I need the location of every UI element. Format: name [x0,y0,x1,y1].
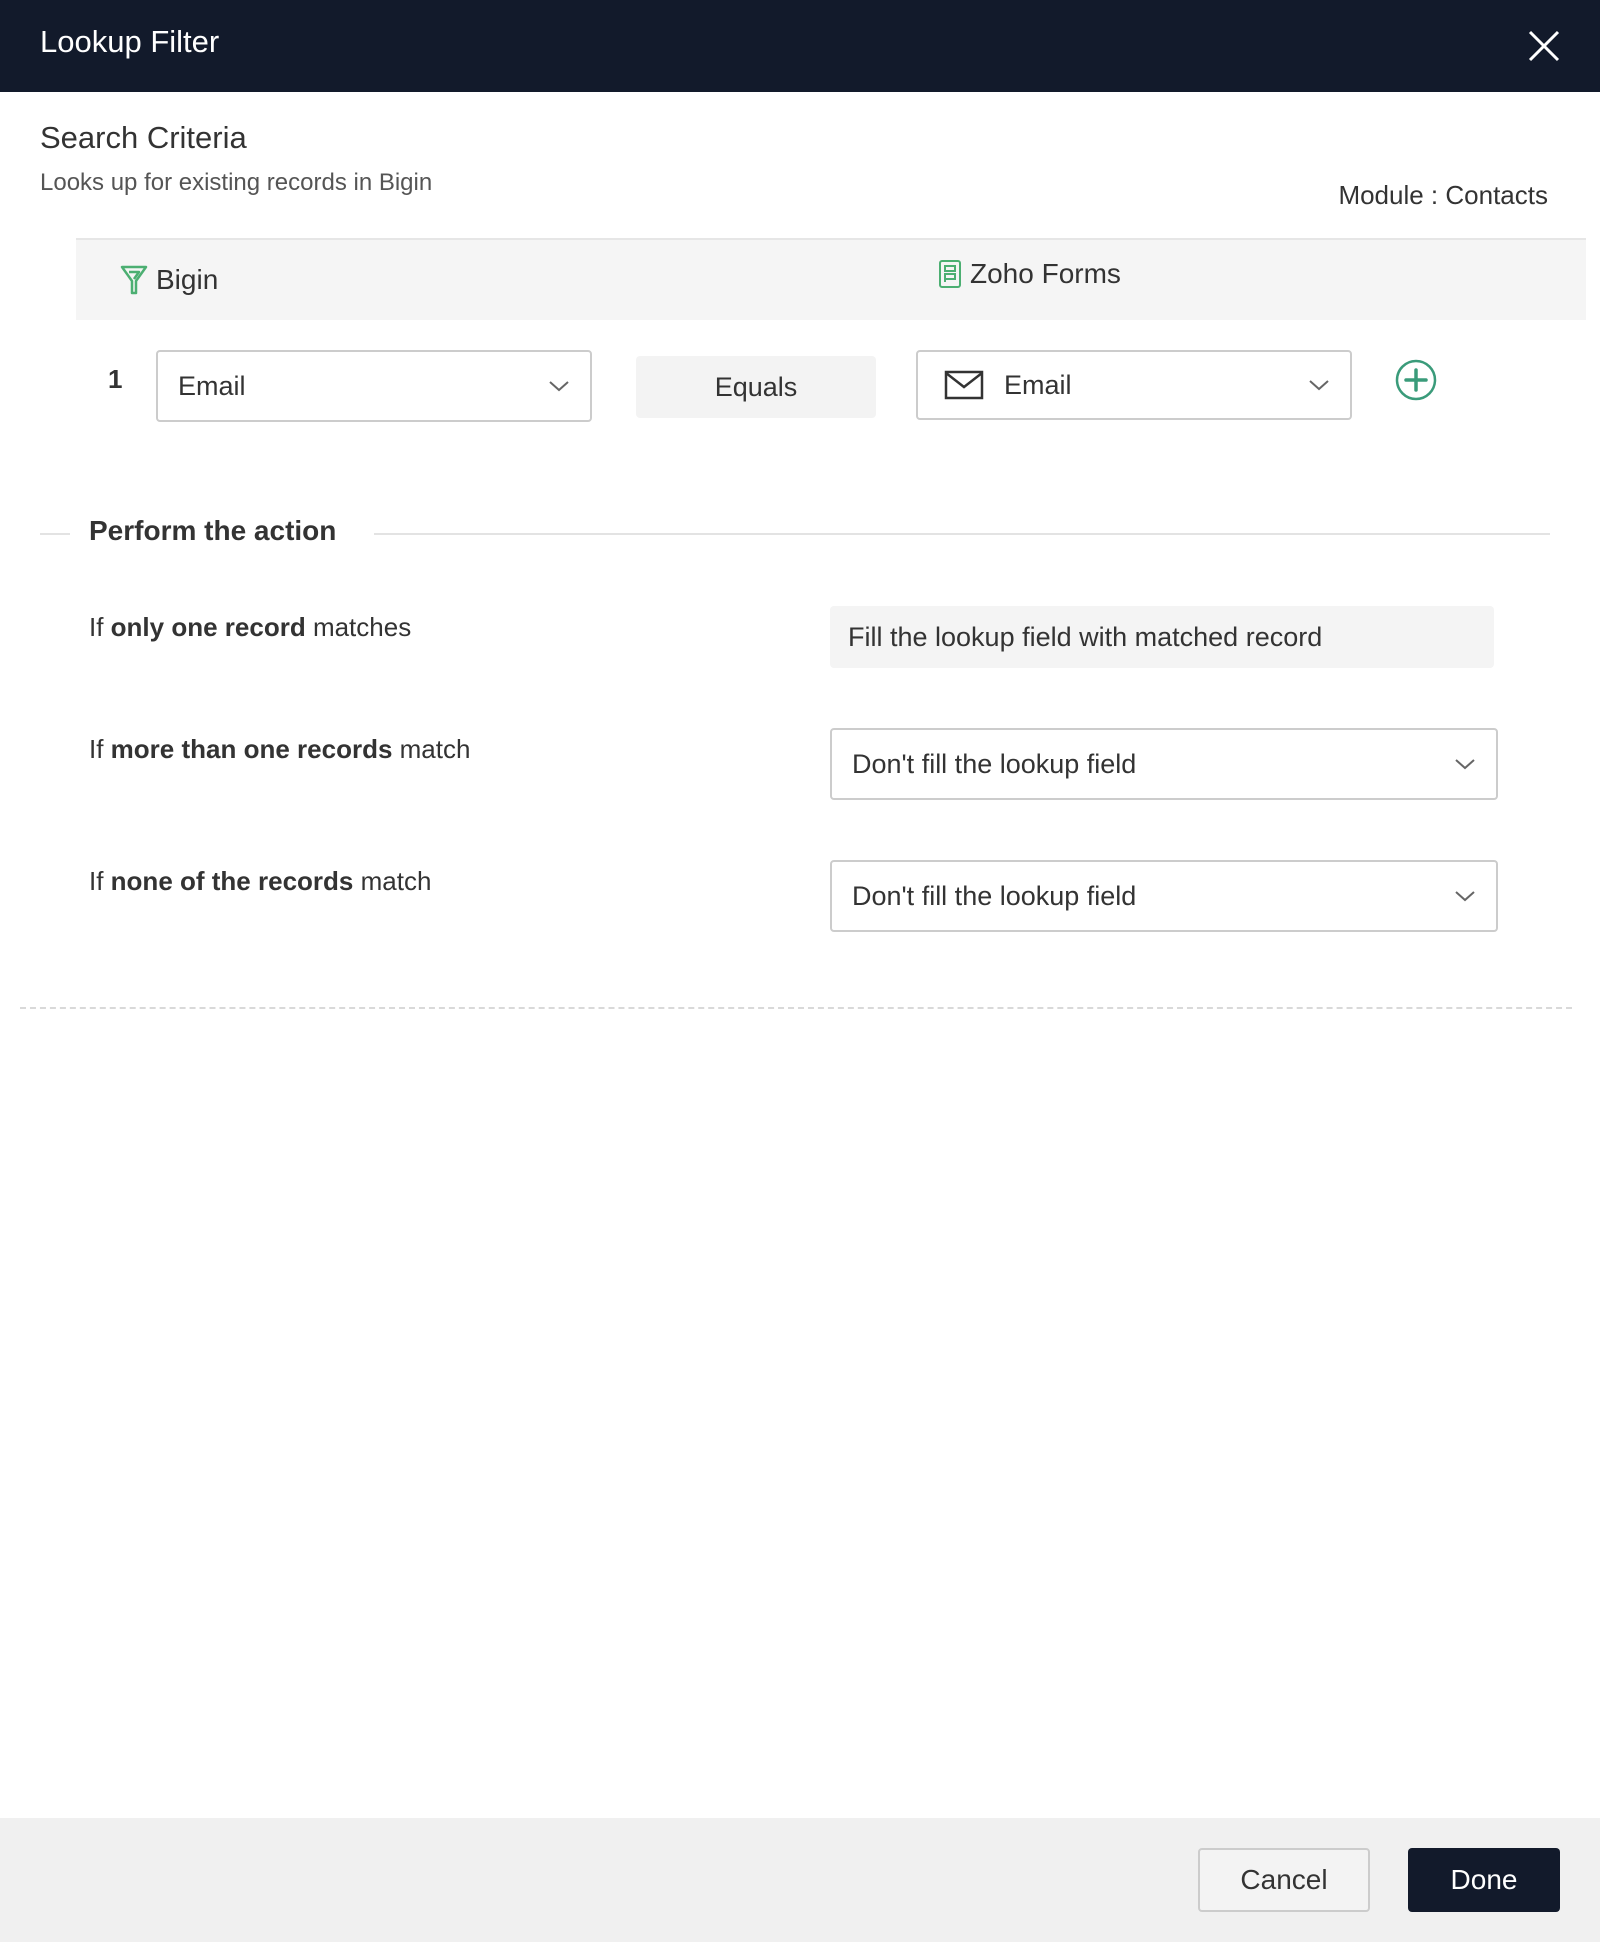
condition-suffix: matches [305,612,412,642]
condition-emphasis: none of the records [110,866,354,896]
envelope-icon [944,370,984,400]
mapping-row-index: 1 [108,364,123,394]
condition-label-no-match: If none of the records match [89,866,431,897]
mapping-column-forms-label: Zoho Forms [970,258,1121,289]
condition-label-one-match: If only one record matches [89,612,411,643]
condition-emphasis: only one record [110,612,306,642]
module-label: Module : Contacts [1338,180,1548,210]
chevron-down-icon [1455,891,1475,902]
zoho-forms-icon [939,260,961,288]
dialog-footer: Cancel Done [0,1818,1600,1942]
bigin-field-select[interactable]: Email [156,350,592,422]
bigin-field-value: Email [178,370,246,401]
dialog-title: Lookup Filter [40,24,220,59]
mapping-column-bigin: Bigin [120,264,218,296]
one-match-action-value: Fill the lookup field with matched recor… [830,606,1494,668]
condition-prefix: If [89,612,111,642]
no-match-action-value: Don't fill the lookup field [852,880,1137,911]
bigin-logo-icon [120,265,148,295]
no-match-action-select[interactable]: Don't fill the lookup field [830,860,1498,932]
dashed-divider [20,1007,1572,1009]
cancel-button[interactable]: Cancel [1198,1848,1370,1912]
forms-field-value: Email [1004,369,1072,400]
condition-label-multiple-match: If more than one records match [89,734,470,765]
condition-suffix: match [353,866,432,896]
mapping-column-zoho-forms: Zoho Forms [938,258,1121,290]
condition-prefix: If [89,734,111,764]
close-button[interactable] [1524,26,1564,66]
section-divider [374,533,1550,535]
search-criteria-subtitle: Looks up for existing records in Bigin [40,169,433,196]
add-criteria-button[interactable] [1394,358,1438,402]
operator-label: Equals [636,356,876,418]
condition-suffix: match [392,734,471,764]
condition-prefix: If [89,866,111,896]
multiple-match-action-value: Don't fill the lookup field [852,748,1137,779]
forms-field-select[interactable]: Email [916,350,1352,420]
close-icon [1528,30,1560,62]
search-criteria-title: Search Criteria [40,120,247,155]
condition-emphasis: more than one records [110,734,393,764]
multiple-match-action-select[interactable]: Don't fill the lookup field [830,728,1498,800]
plus-circle-icon [1395,359,1437,401]
chevron-down-icon [1455,759,1475,770]
mapping-column-bigin-label: Bigin [156,264,219,295]
perform-action-title: Perform the action [89,515,337,546]
mapping-header: Bigin Zoho Forms [76,238,1586,320]
done-button[interactable]: Done [1408,1848,1560,1912]
chevron-down-icon [1309,380,1329,391]
section-divider [40,533,70,535]
dialog-header: Lookup Filter [0,0,1600,92]
chevron-down-icon [549,381,569,392]
